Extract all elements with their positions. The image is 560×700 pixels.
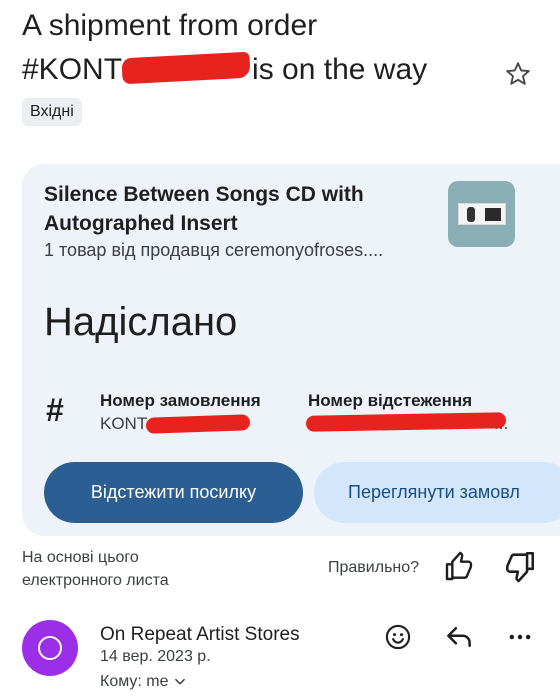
sender-name[interactable]: On Repeat Artist Stores — [100, 624, 300, 646]
product-image — [457, 203, 506, 225]
subject-line-2: #KONT is on the way — [22, 48, 492, 92]
thumb-up-icon — [445, 551, 473, 581]
star-icon — [506, 62, 530, 85]
thumb-up-button[interactable] — [443, 551, 475, 583]
avatar[interactable] — [22, 620, 78, 676]
redaction-mark — [305, 412, 507, 432]
recipient-label: Кому: me — [100, 673, 169, 690]
sent-date: 14 вер. 2023 р. — [100, 648, 211, 665]
feedback-question: Правильно? — [328, 559, 420, 576]
reply-button[interactable] — [443, 621, 475, 653]
chevron-down-icon — [174, 678, 185, 685]
thumb-down-button[interactable] — [503, 549, 537, 583]
more-options-button[interactable] — [504, 621, 536, 653]
subject-order-prefix: #KONT — [22, 53, 123, 86]
view-order-button[interactable]: Переглянути замовл — [314, 462, 560, 523]
order-number-value: KONT — [100, 414, 148, 433]
product-title: Silence Between Songs CD with Autographe… — [44, 183, 364, 235]
email-view: A shipment from order #KONT is on the way… — [0, 0, 560, 700]
product-subtitle: 1 товар від продавця ceremonyofroses.... — [44, 240, 384, 260]
emoji-reaction-button[interactable] — [382, 621, 414, 653]
redaction-mark — [121, 51, 251, 85]
more-icon — [509, 634, 531, 640]
recipient-toggle[interactable]: Кому: me — [100, 673, 187, 691]
avatar-ring-icon — [38, 636, 62, 660]
thumb-down-icon — [505, 551, 535, 583]
subject-line-1: A shipment from order — [22, 9, 318, 42]
order-number-label: Номер замовлення — [100, 391, 261, 410]
redaction-mark — [145, 414, 251, 434]
product-thumbnail[interactable] — [448, 181, 515, 247]
reply-icon — [447, 627, 471, 647]
email-subject: A shipment from order #KONT is on the way — [22, 4, 492, 92]
shipment-status: Надіслано — [44, 300, 238, 344]
track-package-button[interactable]: Відстежити посилку — [44, 462, 303, 523]
tracking-number-label: Номер відстеження — [308, 391, 473, 410]
star-button[interactable] — [500, 56, 536, 92]
emoji-icon — [385, 624, 411, 650]
hash-icon: # — [46, 392, 64, 428]
order-card: Silence Between Songs CD with Autographe… — [22, 164, 560, 536]
subject-suffix: is on the way — [252, 53, 428, 86]
based-on-email-note: На основі цього електронного листа — [22, 549, 169, 589]
inbox-label-chip[interactable]: Вхідні — [22, 98, 82, 126]
